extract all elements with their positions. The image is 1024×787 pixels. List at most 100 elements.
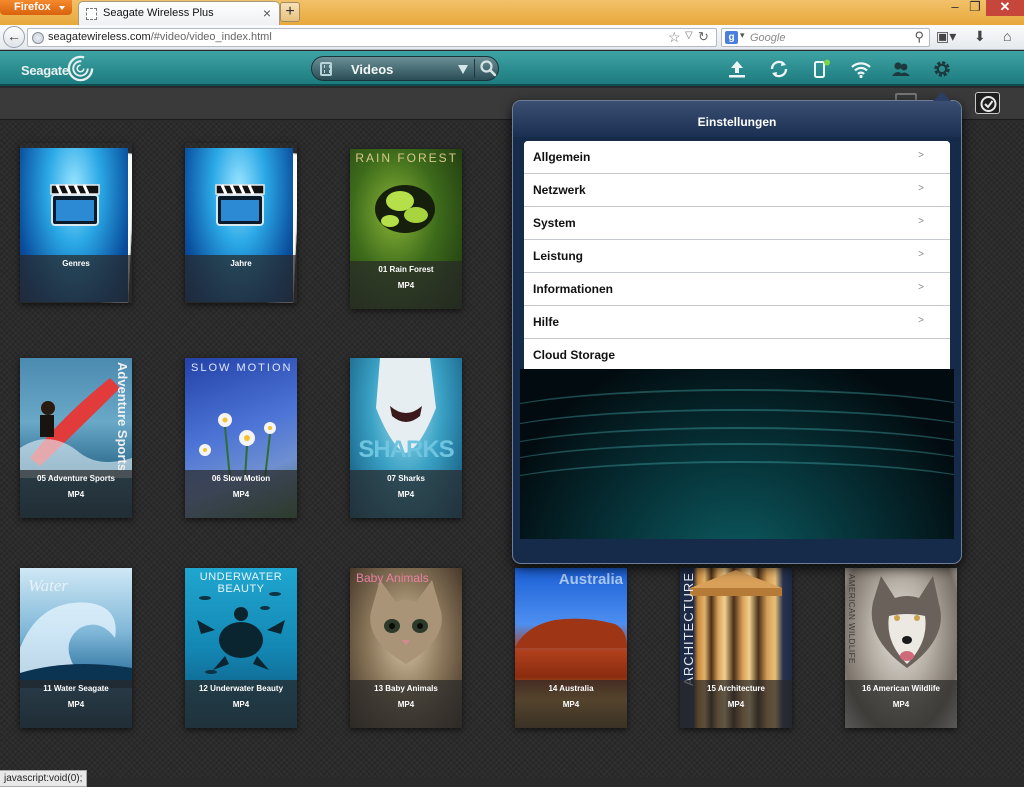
close-tab-icon[interactable]: × [263,5,271,21]
tile-format: MP4 [397,700,415,709]
thumbnail-banner: UNDERWATER BEAUTY [199,571,283,595]
video-tile[interactable]: Australia 14 Australia MP4 [515,568,627,728]
settings-item-informationen[interactable]: Informationen > [524,273,950,306]
tile-title: 01 Rain Forest [378,265,434,274]
settings-item-cloud-storage[interactable]: Cloud Storage [524,339,950,372]
settings-item-label: Hilfe [533,315,560,329]
select-mode-icon[interactable] [975,92,1000,114]
new-tab-button[interactable]: + [280,2,300,22]
tile-title: 11 Water Seagate [43,684,109,693]
section-label: Videos [351,62,394,77]
tile-title: 05 Adventure Sports [37,474,115,483]
thumbnail-banner: Baby Animals [356,571,429,585]
tile-title: 13 Baby Animals [374,684,438,693]
thumbnail-banner: SLOW MOTION [191,362,293,374]
browser-status-bar: javascript:void(0); [0,770,88,787]
url-bar[interactable]: seagatewireless.com/#video/video_index.h… [27,28,717,47]
minimize-icon[interactable]: – [948,0,962,16]
search-placeholder: Google [750,32,786,44]
tile-format: MP4 [67,490,85,499]
star-icon[interactable]: ☆ [668,29,681,46]
settings-item-leistung[interactable]: Leistung > [524,240,950,273]
search-engine-dropdown-icon[interactable]: ▾ [740,30,745,41]
search-icon[interactable] [479,59,497,77]
tile-format: MP4 [892,700,910,709]
chevron-right-icon: > [918,183,924,194]
thumbnail-banner: RAIN FOREST [355,151,458,165]
tile-format: MP4 [232,490,250,499]
video-tile[interactable]: Adventure Sports 05 Adventure Sports MP4 [20,358,132,518]
video-tile[interactable]: Baby Animals 13 Baby Animals MP4 [350,568,462,728]
browser-titlebar: Firefox Seagate Wireless Plus × + – ❐ ✕ [0,0,1024,25]
firefox-menu-button[interactable]: Firefox [0,0,72,15]
tile-format: MP4 [397,281,415,290]
search-icon[interactable]: ⚲ [914,29,924,45]
status-text: javascript:void(0); [4,773,83,784]
home-icon[interactable]: ⌂ [1003,28,1011,44]
url-dropdown-icon[interactable]: ▽ [685,30,693,41]
video-tile[interactable]: ARCHITECTURE 15 Architecture MP4 [680,568,792,728]
popover-arrow [933,92,951,101]
chevron-right-icon: > [918,216,924,227]
folder-tile[interactable]: Genres [20,143,132,303]
thumbnail-banner: AMERICAN WILDLIFE [847,574,856,664]
settings-item-label: Leistung [533,249,583,263]
chevron-right-icon: > [918,150,924,161]
back-button[interactable]: ← [3,26,25,48]
url-path: /#video/video_index.html [150,31,272,43]
film-icon [320,62,332,76]
clapperboard-icon [50,184,100,226]
users-icon[interactable] [890,59,912,79]
seagate-logo-icon [67,55,94,82]
tile-title: 16 American Wildlife [862,684,940,693]
divider [474,59,475,78]
mobile-device-icon[interactable] [810,59,832,79]
settings-item-allgemein[interactable]: Allgemein > [524,141,950,174]
wifi-icon[interactable] [850,59,872,79]
settings-item-label: System [533,216,576,230]
settings-item-netzwerk[interactable]: Netzwerk > [524,174,950,207]
sync-icon[interactable] [768,59,790,79]
screenshot-icon[interactable]: ▣▾ [936,28,956,45]
url-host: seagatewireless.com [48,31,151,43]
chevron-right-icon: > [918,282,924,293]
video-tile[interactable]: SLOW MOTION 06 Slow Motion MP4 [185,358,297,518]
google-icon[interactable]: g [725,31,738,44]
restore-icon[interactable]: ❐ [968,0,982,16]
tile-title: Jahre [230,259,252,268]
chevron-right-icon: > [918,315,924,326]
video-tile[interactable]: RAIN FOREST 01 Rain Forest MP4 [350,149,462,309]
download-icon[interactable]: ⬇ [974,28,986,45]
tile-title: 12 Underwater Beauty [198,684,284,693]
thumbnail-banner: Adventure Sports [115,362,130,472]
upload-icon[interactable] [726,59,748,79]
tile-title: 07 Sharks [387,474,425,483]
settings-title: Einstellungen [697,115,777,129]
gear-icon[interactable] [931,59,953,79]
reload-icon[interactable]: ↻ [698,29,709,45]
settings-popover: Einstellungen Allgemein > Netzwerk > Sys… [512,92,962,564]
settings-item-hilfe[interactable]: Hilfe > [524,306,950,339]
search-bar[interactable]: g ▾ Google ⚲ [721,28,930,47]
tile-format: MP4 [727,700,745,709]
video-tile[interactable]: AMERICAN WILDLIFE 16 American Wildlife M… [845,568,957,728]
chevron-down-icon [59,6,65,10]
settings-menu: Allgemein > Netzwerk > System > Leistung… [524,141,950,372]
tile-title: 06 Slow Motion [211,474,271,483]
video-tile[interactable]: SHARKS 07 Sharks MP4 [350,358,462,518]
tile-format: MP4 [397,490,415,499]
video-tile[interactable]: UNDERWATER BEAUTY 12 Underwater Beauty M… [185,568,297,728]
url-text[interactable]: seagatewireless.com/#video/video_index.h… [48,31,272,43]
section-selector[interactable]: Videos [311,56,499,81]
browser-tab[interactable]: Seagate Wireless Plus × [78,1,280,25]
close-window-icon[interactable]: ✕ [986,0,1024,16]
arrow-left-icon: ← [7,28,21,44]
folder-tile[interactable]: Jahre [185,143,297,303]
chevron-down-icon[interactable] [458,65,468,74]
settings-background-art [520,369,954,539]
thumbnail-banner: SHARKS [358,436,454,463]
globe-icon [32,32,44,44]
settings-item-system[interactable]: System > [524,207,950,240]
app-header: Seagate Videos [0,51,1024,86]
video-tile[interactable]: Water 11 Water Seagate MP4 [20,568,132,728]
